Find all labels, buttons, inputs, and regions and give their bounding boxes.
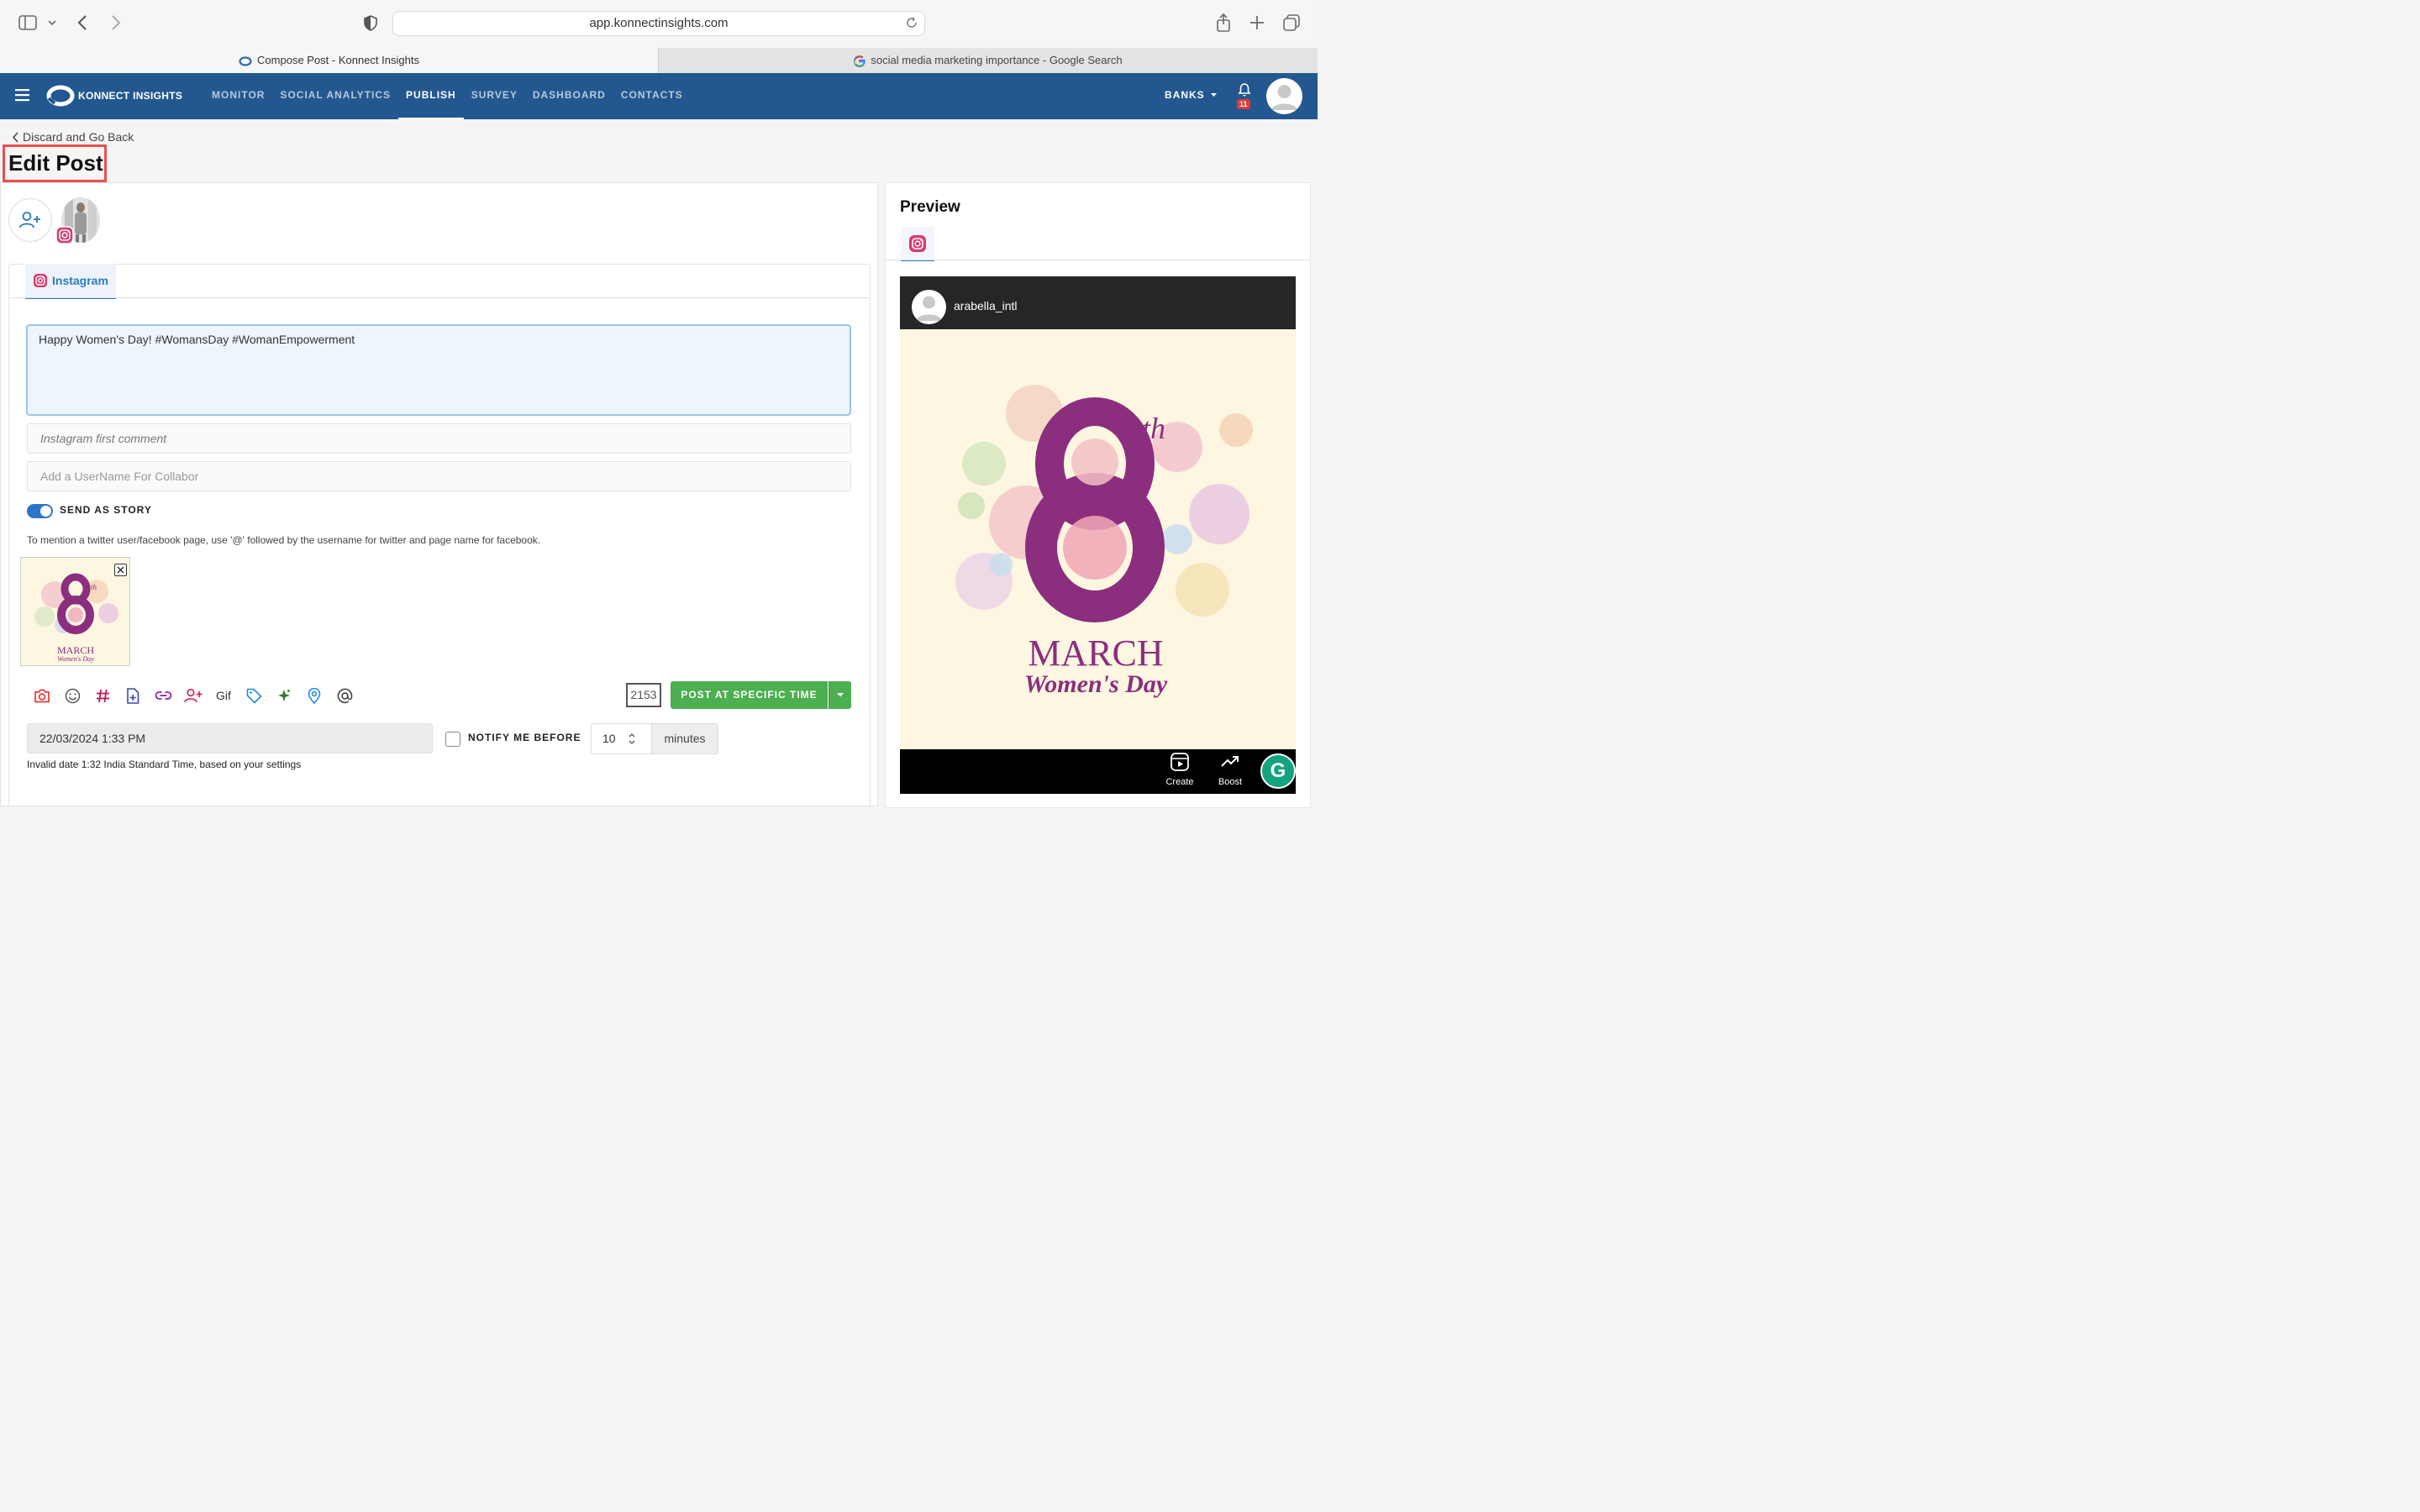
add-user-icon[interactable]	[178, 686, 208, 705]
preview-tab-instagram[interactable]	[901, 227, 934, 261]
caption-textarea[interactable]: Happy Women's Day! #WomansDay #WomanEmpo…	[26, 324, 851, 416]
back-arrow-icon[interactable]	[77, 15, 87, 30]
forward-arrow-icon[interactable]	[111, 15, 121, 30]
sparkle-icon[interactable]	[269, 686, 299, 705]
url-text: app.konnectinsights.com	[589, 16, 729, 30]
grammarly-button[interactable]: G	[1260, 753, 1296, 789]
nav-item-dashboard[interactable]: DASHBOARD	[525, 73, 613, 119]
notify-minutes-input[interactable]: 10	[591, 723, 652, 754]
notify-me-before-checkbox[interactable]	[445, 732, 460, 747]
send-as-story-label: SEND AS STORY	[60, 504, 152, 516]
instagram-icon	[908, 234, 927, 253]
preview-image-suffix-text: th	[1142, 412, 1165, 445]
gif-button[interactable]: Gif	[208, 686, 239, 705]
preview-image-caption-text: Women's Day	[1024, 670, 1168, 698]
close-icon	[117, 566, 124, 574]
tab-overview-icon[interactable]	[1283, 14, 1300, 31]
browser-tab-label: social media marketing importance - Goog…	[871, 54, 1123, 66]
boost-button[interactable]: Boost	[1209, 752, 1251, 787]
send-as-story-toggle[interactable]	[27, 504, 53, 518]
browser-toolbar: app.konnectinsights.com	[0, 0, 1318, 48]
image-suffix-text: th	[91, 583, 97, 591]
hashtag-icon[interactable]	[87, 686, 118, 705]
discard-go-back-link[interactable]: Discard and Go Back	[12, 130, 134, 144]
tab-instagram[interactable]: Instagram	[25, 264, 116, 299]
notification-count-badge: 11	[1237, 99, 1250, 109]
caret-down-icon	[1211, 93, 1218, 97]
at-icon[interactable]	[329, 686, 360, 705]
nav-item-publish[interactable]: PUBLISH	[398, 73, 464, 119]
chevron-left-icon	[12, 131, 18, 143]
reels-icon	[1170, 752, 1190, 772]
page-title: Edit Post	[3, 144, 107, 182]
tag-icon[interactable]	[239, 686, 269, 705]
tab-instagram-label: Instagram	[52, 274, 108, 287]
nav-item-survey[interactable]: SURVEY	[464, 73, 525, 119]
number-stepper-icon[interactable]	[628, 732, 636, 746]
mention-hint: To mention a twitter user/facebook page,…	[27, 534, 541, 546]
add-account-button[interactable]	[8, 198, 52, 242]
character-count: 2153	[626, 683, 661, 707]
preview-post-image: th MARCH Women's Day	[900, 329, 1296, 749]
app-navbar: KONNECT INSIGHTS MONITOR SOCIAL ANALYTIC…	[0, 73, 1318, 119]
caret-down-icon	[837, 693, 844, 697]
preview-avatar	[912, 290, 946, 324]
browser-tab-bar: Compose Post - Konnect Insights social m…	[0, 48, 1318, 73]
brand-logo[interactable]: KONNECT INSIGHTS	[46, 85, 182, 107]
timezone-note: Invalid date 1:32 India Standard Time, b…	[27, 759, 302, 770]
new-tab-icon[interactable]	[1249, 15, 1265, 30]
nav-item-social-analytics[interactable]: SOCIAL ANALYTICS	[272, 73, 398, 119]
instagram-icon	[55, 226, 74, 244]
account-name: BANKS	[1165, 89, 1205, 101]
image-month-text: MARCH	[57, 644, 94, 656]
add-user-icon	[19, 211, 41, 229]
camera-icon[interactable]	[27, 686, 57, 705]
main-nav: MONITOR SOCIAL ANALYTICS PUBLISH SURVEY …	[204, 73, 691, 119]
nav-item-monitor[interactable]: MONITOR	[204, 73, 272, 119]
url-bar[interactable]: app.konnectinsights.com	[392, 11, 925, 36]
remove-image-button[interactable]	[114, 564, 127, 576]
brand-name: KONNECT INSIGHTS	[78, 90, 183, 102]
shield-icon[interactable]	[364, 15, 377, 31]
link-icon[interactable]	[148, 686, 178, 705]
preview-image-month-text: MARCH	[1028, 633, 1163, 674]
create-button[interactable]: Create	[1159, 752, 1201, 787]
share-icon[interactable]	[1216, 13, 1231, 32]
browser-tab-label: Compose Post - Konnect Insights	[257, 54, 419, 66]
post-at-specific-time-button[interactable]: POST AT SPECIFIC TIME	[671, 681, 828, 709]
browser-tab-google-search[interactable]: social media marketing importance - Goog…	[658, 48, 1318, 73]
preview-title: Preview	[900, 198, 960, 216]
add-file-icon[interactable]	[118, 686, 148, 705]
chevron-down-icon[interactable]	[48, 20, 56, 26]
hamburger-menu-icon[interactable]	[15, 89, 30, 102]
sidebar-toggle-icon[interactable]	[18, 15, 37, 30]
tab-divider	[9, 297, 870, 298]
nav-item-contacts[interactable]: CONTACTS	[613, 73, 691, 119]
browser-tab-compose-post[interactable]: Compose Post - Konnect Insights	[0, 48, 658, 73]
create-label: Create	[1165, 777, 1194, 787]
reload-icon[interactable]	[906, 17, 918, 29]
emoji-icon[interactable]	[57, 686, 87, 705]
google-logo-icon	[854, 55, 866, 67]
notify-me-before-label: NOTIFY ME BEFORE	[468, 732, 581, 743]
schedule-datetime-input[interactable]: 22/03/2024 1:33 PM	[27, 723, 433, 753]
boost-label: Boost	[1218, 777, 1243, 787]
bell-icon[interactable]	[1238, 82, 1251, 97]
minutes-unit-label: minutes	[652, 723, 718, 754]
collaborator-input[interactable]: Add a UserName For Collabor	[27, 461, 851, 491]
trending-up-icon	[1220, 752, 1240, 772]
back-link-label: Discard and Go Back	[23, 130, 134, 144]
image-caption-text: Women's Day	[57, 655, 94, 663]
user-avatar[interactable]	[1266, 78, 1302, 114]
post-options-dropdown[interactable]	[829, 681, 851, 709]
instagram-icon	[33, 273, 48, 288]
location-icon[interactable]	[299, 686, 329, 705]
preview-username: arabella_intl	[954, 299, 1018, 312]
account-dropdown[interactable]: BANKS	[1165, 89, 1218, 101]
konnect-logo-icon	[46, 85, 75, 107]
first-comment-input[interactable]: Instagram first comment	[27, 423, 851, 454]
konnect-logo-icon	[239, 55, 252, 66]
compose-toolbar: Gif	[27, 686, 360, 705]
